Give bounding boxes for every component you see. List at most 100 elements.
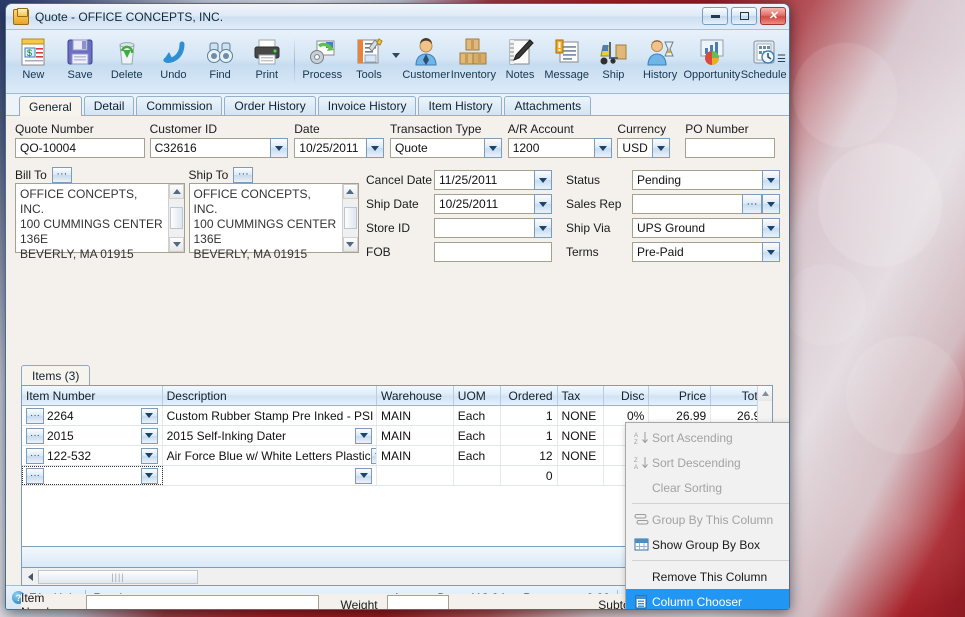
ship-date-chevron-down-icon[interactable]	[534, 194, 552, 214]
bill-to-address-box[interactable]: OFFICE CONCEPTS, INC. 100 CUMMINGS CENTE…	[15, 183, 185, 261]
ar-account-input[interactable]: 1200	[507, 138, 594, 158]
ship-to-scroll-thumb[interactable]	[343, 207, 357, 229]
bill-to-scrollbar[interactable]	[168, 184, 184, 252]
ship-to-scroll-up-icon[interactable]	[342, 184, 358, 199]
store-id-chevron-down-icon[interactable]	[534, 218, 552, 238]
toolbar-print-button[interactable]: Print	[243, 33, 290, 81]
ship-via-input[interactable]: UPS Ground	[632, 218, 762, 238]
toolbar-overflow-button[interactable]: ☰	[777, 54, 786, 65]
toolbar-opportunity-button[interactable]: Opportunity	[683, 33, 740, 81]
toolbar-inventory-button[interactable]: Inventory	[450, 33, 497, 81]
ship-date-input[interactable]: 10/25/2011	[434, 194, 534, 214]
tab-general[interactable]: General	[19, 96, 82, 116]
toolbar-find-button[interactable]: Find	[197, 33, 244, 81]
toolbar-save-button[interactable]: Save	[57, 33, 104, 81]
maximize-button[interactable]	[731, 7, 757, 25]
currency-combo[interactable]: USD	[617, 138, 670, 158]
menu-item-show-group-by-box[interactable]: Show Group By Box	[626, 532, 789, 557]
toolbar-customer-button[interactable]: Customer	[402, 33, 450, 81]
toolbar-delete-button[interactable]: Delete	[103, 33, 150, 81]
toolbar-tools-dropdown-caret[interactable]	[392, 52, 401, 58]
tab-order-history[interactable]: Order History	[224, 96, 316, 115]
toolbar-undo-button[interactable]: Undo	[150, 33, 197, 81]
customer-id-chevron-down-icon[interactable]	[269, 138, 288, 158]
detail-weight-input[interactable]	[387, 595, 450, 609]
menu-item-clear-sorting[interactable]: Clear Sorting	[626, 475, 789, 500]
po-number-input[interactable]	[685, 138, 776, 158]
ship-to-scrollbar[interactable]	[341, 184, 358, 252]
ship-to-lookup-button[interactable]: ···	[233, 166, 254, 183]
toolbar-new-button[interactable]: $ New	[10, 33, 57, 81]
tab-commission[interactable]: Commission	[136, 96, 223, 115]
customer-id-input[interactable]: C32616	[149, 138, 270, 158]
terms-input[interactable]: Pre-Paid	[632, 242, 762, 262]
grid-header-ordered[interactable]: Ordered	[501, 386, 558, 405]
menu-item-sort-ascending[interactable]: A Z Sort Ascending	[626, 425, 789, 450]
bill-to-scroll-down-icon[interactable]	[169, 237, 184, 252]
transaction-type-combo[interactable]: Quote	[390, 138, 503, 158]
toolbar-notes-button[interactable]: Notes	[497, 33, 544, 81]
row-lookup-button[interactable]: ···	[26, 427, 44, 444]
items-tab[interactable]: Items (3)	[21, 365, 91, 385]
ar-account-combo[interactable]: 1200	[507, 138, 612, 158]
cell-description-chevron-down-icon[interactable]	[355, 467, 372, 484]
cancel-date-input[interactable]: 11/25/2011	[434, 170, 534, 190]
ship-via-combo[interactable]: UPS Ground	[632, 218, 780, 238]
store-id-input[interactable]	[434, 218, 534, 238]
grid-scroll-up-icon[interactable]	[758, 386, 772, 401]
toolbar-message-button[interactable]: Message	[543, 33, 590, 81]
menu-item-remove-this-column[interactable]: Remove This Column	[626, 564, 789, 589]
row-lookup-button[interactable]: ···	[26, 467, 44, 484]
bill-to-lookup-button[interactable]: ···	[51, 166, 72, 183]
sales-rep-chevron-down-icon[interactable]	[762, 194, 780, 214]
grid-header-warehouse[interactable]: Warehouse	[377, 386, 454, 405]
grid-hscroll-thumb[interactable]: ||||	[38, 569, 198, 584]
tab-detail[interactable]: Detail	[83, 96, 135, 115]
grid-header-description[interactable]: Description	[163, 386, 377, 405]
date-input[interactable]: 10/25/2011	[294, 138, 367, 158]
row-lookup-button[interactable]: ···	[26, 407, 44, 424]
status-input[interactable]: Pending	[632, 170, 762, 190]
grid-header-item-number[interactable]: Item Number	[22, 386, 163, 405]
customer-id-combo[interactable]: C32616	[149, 138, 288, 158]
detail-item-number-input[interactable]	[86, 595, 319, 609]
row-lookup-button[interactable]: ···	[26, 447, 44, 464]
tab-attachments[interactable]: Attachments	[504, 96, 592, 115]
terms-chevron-down-icon[interactable]	[762, 242, 780, 262]
ar-account-chevron-down-icon[interactable]	[593, 138, 612, 158]
grid-header-price[interactable]: Price	[649, 386, 712, 405]
date-chevron-down-icon[interactable]	[366, 138, 385, 158]
status-combo[interactable]: Pending	[632, 170, 780, 190]
currency-input[interactable]: USD	[617, 138, 652, 158]
ship-date-combo[interactable]: 10/25/2011	[434, 194, 552, 214]
toolbar-tools-button[interactable]: Tools	[346, 33, 393, 81]
sales-rep-lookup-button[interactable]: ···	[742, 194, 762, 214]
cell-description-chevron-down-icon[interactable]	[355, 427, 372, 444]
transaction-type-chevron-down-icon[interactable]	[484, 138, 503, 158]
toolbar-history-button[interactable]: History	[637, 33, 684, 81]
minimize-button[interactable]	[702, 7, 728, 25]
fob-input[interactable]	[434, 242, 552, 262]
bill-to-scroll-thumb[interactable]	[170, 207, 183, 229]
cell-item-number-chevron-down-icon[interactable]	[140, 427, 158, 444]
tab-invoice-history[interactable]: Invoice History	[317, 96, 417, 115]
cancel-date-chevron-down-icon[interactable]	[534, 170, 552, 190]
ship-to-address-box[interactable]: OFFICE CONCEPTS, INC. 100 CUMMINGS CENTE…	[188, 183, 359, 261]
sales-rep-combo[interactable]: ···	[632, 194, 780, 214]
terms-combo[interactable]: Pre-Paid	[632, 242, 780, 262]
cell-item-number-chevron-down-icon[interactable]	[140, 407, 158, 424]
cell-item-number-chevron-down-icon[interactable]	[140, 447, 158, 464]
menu-item-column-chooser[interactable]: Column Chooser	[626, 589, 789, 609]
menu-item-group-by-this-column[interactable]: Group By This Column	[626, 507, 789, 532]
bill-to-scroll-up-icon[interactable]	[169, 184, 184, 199]
status-chevron-down-icon[interactable]	[762, 170, 780, 190]
tab-item-history[interactable]: Item History	[418, 96, 503, 115]
currency-chevron-down-icon[interactable]	[651, 138, 670, 158]
grid-scroll-left-icon[interactable]	[22, 569, 38, 584]
toolbar-ship-button[interactable]: Ship	[590, 33, 637, 81]
grid-header-uom[interactable]: UOM	[454, 386, 501, 405]
menu-item-sort-descending[interactable]: Z A Sort Descending	[626, 450, 789, 475]
grid-header-tax[interactable]: Tax	[558, 386, 605, 405]
store-id-combo[interactable]	[434, 218, 552, 238]
date-combo[interactable]: 10/25/2011	[294, 138, 385, 158]
